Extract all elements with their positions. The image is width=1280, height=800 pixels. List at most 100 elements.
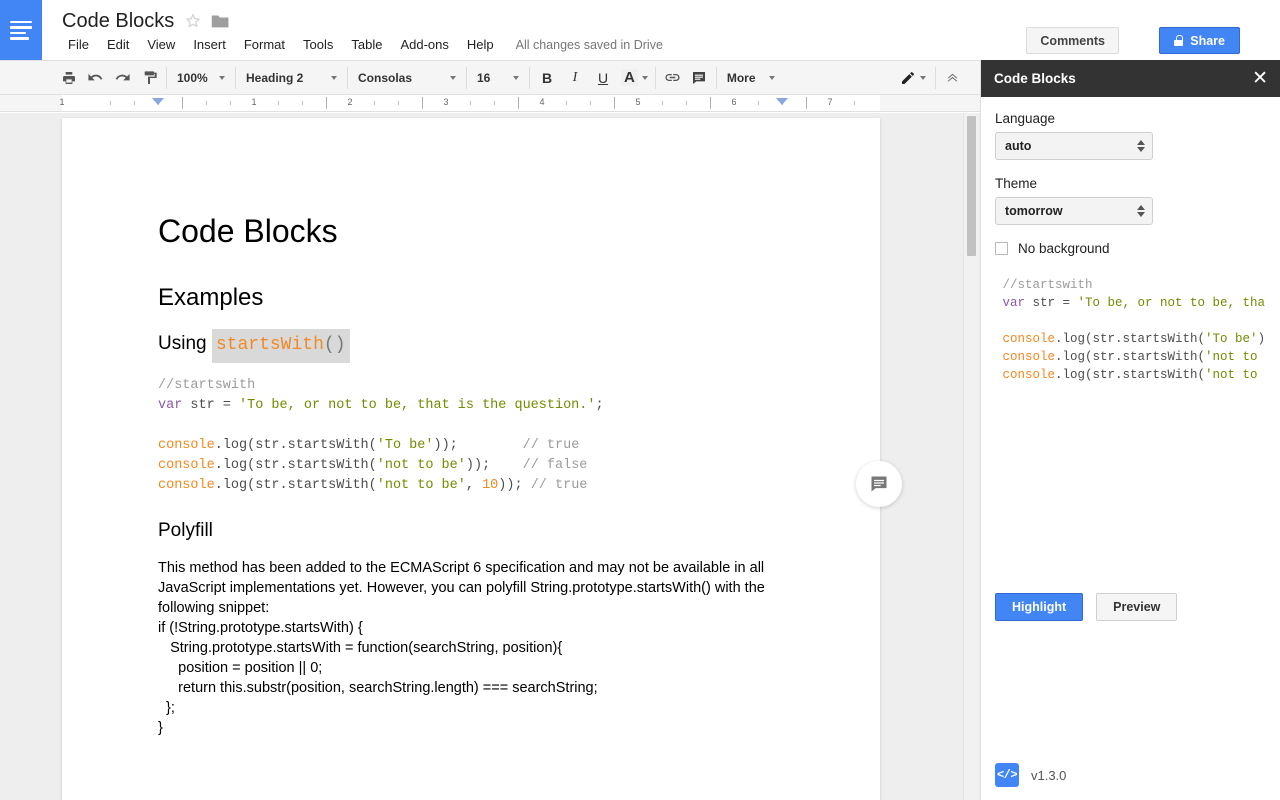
text-color-dropdown[interactable]: A xyxy=(617,64,652,91)
sidebar-body: Language auto Theme tomorrow No backgrou… xyxy=(981,97,1280,800)
highlight-button[interactable]: Highlight xyxy=(995,593,1084,621)
no-background-checkbox[interactable] xyxy=(995,242,1008,255)
pencil-icon xyxy=(902,71,914,84)
print-icon[interactable] xyxy=(55,64,82,91)
code-token-string: 'not to xyxy=(1205,368,1258,382)
chevron-down-icon xyxy=(450,75,456,80)
code-line: var str = 'To be, or not to be, tha xyxy=(995,294,1280,312)
using-startswith-line: Using startsWith() xyxy=(158,329,350,364)
code-token-string: 'not to be' xyxy=(376,458,466,474)
code-line: console.log(str.startsWith('To be') xyxy=(995,330,1280,348)
link-icon[interactable] xyxy=(659,64,686,91)
code-blocks-sidebar: Code Blocks ✕ Language auto Theme tomorr… xyxy=(980,60,1280,800)
language-select[interactable]: auto xyxy=(995,132,1153,160)
menu-item-addons[interactable]: Add-ons xyxy=(392,35,456,54)
paragraph-style-value: Heading 2 xyxy=(246,70,304,85)
code-token-comment: //startswith xyxy=(995,278,1093,292)
document-title[interactable]: Code Blocks xyxy=(62,8,174,34)
theme-value: tomorrow xyxy=(1005,204,1063,218)
code-token-string: 'To be, or not to be, that is the questi… xyxy=(239,398,596,414)
scrollbar-thumb[interactable] xyxy=(967,116,976,256)
font-dropdown[interactable]: Consolas xyxy=(351,64,463,91)
chevron-double-up-icon[interactable] xyxy=(939,64,966,91)
more-options-dropdown[interactable]: More xyxy=(720,64,782,91)
code-token-plain: .log(str.startsWith( xyxy=(214,478,377,494)
add-comment-icon[interactable] xyxy=(686,64,713,91)
code-token-plain: )); xyxy=(433,438,523,454)
no-background-label: No background xyxy=(1018,241,1110,256)
undo-icon[interactable] xyxy=(82,64,109,91)
app-header: Code Blocks File Edit View Insert Format… xyxy=(0,0,1280,60)
folder-icon[interactable] xyxy=(211,13,230,29)
ruler-number: 2 xyxy=(347,97,353,107)
menu-item-file[interactable]: File xyxy=(60,35,97,54)
menu-item-edit[interactable]: Edit xyxy=(99,35,137,54)
docs-app: Code Blocks File Edit View Insert Format… xyxy=(0,0,1280,800)
ruler-number: 6 xyxy=(731,97,737,107)
page-title: Code Blocks xyxy=(158,213,338,249)
menu-item-table[interactable]: Table xyxy=(343,35,390,54)
redo-icon[interactable] xyxy=(109,64,136,91)
document-scrollbar[interactable] xyxy=(963,113,978,800)
using-prefix: Using xyxy=(158,333,212,355)
code-token-plain: )); xyxy=(465,458,523,474)
share-button-label: Share xyxy=(1190,33,1225,48)
left-indent-marker[interactable] xyxy=(776,98,788,105)
menu-item-help[interactable]: Help xyxy=(459,35,502,54)
ruler-number: 1 xyxy=(251,97,257,107)
zoom-dropdown[interactable]: 100% xyxy=(170,64,232,91)
more-label: More xyxy=(726,70,756,85)
menu-item-tools[interactable]: Tools xyxy=(295,35,341,54)
hamburger-menu-icon[interactable] xyxy=(0,0,42,60)
sidebar-action-buttons: Highlight Preview xyxy=(995,593,1178,621)
no-background-checkbox-row[interactable]: No background xyxy=(995,241,1266,256)
ruler-number: 7 xyxy=(827,97,833,107)
ruler-number: 3 xyxy=(443,97,449,107)
document-body[interactable]: Code Blocks Examples Using startsWith() … xyxy=(158,213,783,738)
star-outline-icon[interactable] xyxy=(183,11,203,31)
document-ruler[interactable]: 1 1 2 3 4 5 6 7 xyxy=(0,95,980,112)
theme-select[interactable]: tomorrow xyxy=(995,197,1153,225)
code-line: console.log(str.startsWith('not to be'))… xyxy=(158,456,783,476)
code-token-string: 'To be' xyxy=(376,438,434,454)
font-size-value: 16 xyxy=(477,70,491,85)
code-preview-pane: //startswith var str = 'To be, or not to… xyxy=(981,272,1280,532)
chevron-down-icon xyxy=(513,75,519,80)
close-icon[interactable]: ✕ xyxy=(1252,69,1268,88)
font-size-dropdown[interactable]: 16 xyxy=(470,64,526,91)
menu-item-format[interactable]: Format xyxy=(236,35,293,54)
zoom-value: 100% xyxy=(177,70,208,85)
underline-button[interactable]: U xyxy=(589,64,617,91)
preview-button[interactable]: Preview xyxy=(1096,593,1178,621)
comments-button[interactable]: Comments xyxy=(1026,27,1119,54)
inline-code-parens: () xyxy=(323,335,346,356)
paragraph-style-dropdown[interactable]: Heading 2 xyxy=(239,64,344,91)
code-token-comment: //startswith xyxy=(158,378,256,394)
menu-item-view[interactable]: View xyxy=(139,35,183,54)
sidebar-header: Code Blocks ✕ xyxy=(981,60,1280,97)
comment-bubble-icon[interactable] xyxy=(856,461,902,507)
italic-button[interactable]: I xyxy=(561,64,589,91)
inline-code-function: startsWith xyxy=(215,335,324,356)
code-token-comment: // true xyxy=(530,478,588,494)
code-token-plain: ; xyxy=(595,398,604,414)
share-button[interactable]: Share xyxy=(1159,27,1240,54)
version-label: v1.3.0 xyxy=(1031,767,1067,783)
code-token-plain: ) xyxy=(1257,332,1266,346)
heading-polyfill: Polyfill xyxy=(158,520,213,542)
code-block-startswith: //startswith var str = 'To be, or not to … xyxy=(158,376,783,496)
first-line-indent-marker[interactable] xyxy=(152,98,164,105)
document-page[interactable]: Code Blocks Examples Using startsWith() … xyxy=(62,118,880,800)
code-token-string: 'To be' xyxy=(1205,332,1258,346)
theme-label: Theme xyxy=(995,176,1038,191)
menu-item-insert[interactable]: Insert xyxy=(185,35,234,54)
bold-button[interactable]: B xyxy=(533,64,561,91)
code-token-fn: console xyxy=(158,438,215,454)
edit-mode-dropdown[interactable] xyxy=(894,64,932,91)
polyfill-code: if (!String.prototype.startsWith) { Stri… xyxy=(158,619,598,736)
chevron-down-icon xyxy=(331,75,337,80)
code-token-comment: // true xyxy=(522,438,580,454)
paint-format-icon[interactable] xyxy=(136,64,163,91)
